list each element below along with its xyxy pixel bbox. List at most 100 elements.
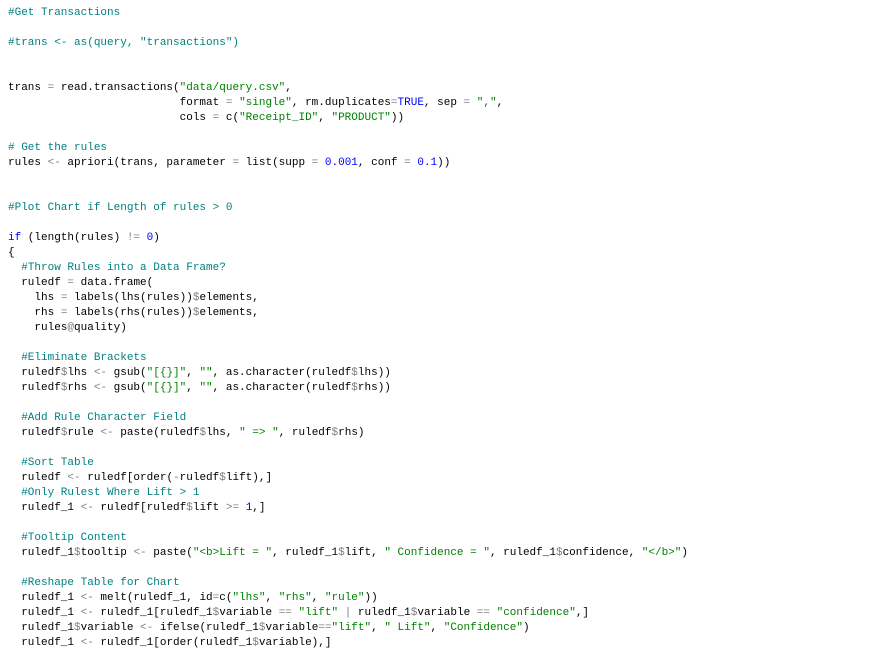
code-line: ruledf$rule <- paste(ruledf$lhs, " => ",…	[8, 427, 365, 439]
code-token-plain: rule	[67, 427, 100, 439]
code-line: #Reshape Table for Chart	[8, 577, 180, 589]
code-token-plain: )	[153, 232, 160, 244]
code-block[interactable]: #Get Transactions #trans <- as(query, "t…	[0, 0, 876, 657]
code-token-comment: #Only Rulest Where Lift > 1	[21, 487, 199, 499]
code-token-plain: rhs	[67, 382, 93, 394]
code-line: #Plot Chart if Length of rules > 0	[8, 202, 232, 214]
code-token-op: $	[219, 472, 226, 484]
code-token-comment: #Plot Chart if Length of rules > 0	[8, 202, 232, 214]
code-token-plain: ruledf_1	[351, 607, 410, 619]
code-token-plain: paste(ruledf	[114, 427, 200, 439]
code-token-plain: ruledf_1[ruledf_1	[94, 607, 213, 619]
code-token-plain: trans	[8, 82, 48, 94]
code-token-plain: ,	[497, 97, 504, 109]
code-token-plain: ruledf_1	[8, 502, 81, 514]
code-token-plain: ruledf	[8, 472, 67, 484]
code-token-plain: , as.character(ruledf	[213, 382, 352, 394]
code-token-plain: c(	[219, 592, 232, 604]
code-token-comment: #Eliminate Brackets	[21, 352, 146, 364]
code-token-string: "</b>"	[642, 547, 682, 559]
code-token-plain: , conf	[358, 157, 404, 169]
code-token-plain: rules	[8, 322, 67, 334]
code-token-op: ==	[318, 622, 331, 634]
code-token-plain: read.transactions(	[54, 82, 179, 94]
code-line: # Get the rules	[8, 142, 107, 154]
code-line: #Sort Table	[8, 457, 94, 469]
code-token-plain: ,	[285, 82, 292, 94]
code-token-plain: cols	[8, 112, 213, 124]
code-token-plain: melt(ruledf_1, id	[94, 592, 213, 604]
code-token-plain: ruledf	[180, 472, 220, 484]
code-line: #Throw Rules into a Data Frame?	[8, 262, 226, 274]
code-token-plain	[8, 487, 21, 499]
code-line: ruledf_1$tooltip <- paste("<b>Lift = ", …	[8, 547, 688, 559]
code-line: ruledf$lhs <- gsub("[{}]", "", as.charac…	[8, 367, 391, 379]
code-token-plain: format	[8, 97, 226, 109]
code-token-plain	[8, 352, 21, 364]
code-line: rules <- apriori(trans, parameter = list…	[8, 157, 450, 169]
code-token-op: <-	[81, 637, 94, 649]
code-token-plain: )	[681, 547, 688, 559]
code-token-plain: ))	[391, 112, 404, 124]
code-token-plain: ,	[318, 112, 331, 124]
code-token-string: "rhs"	[279, 592, 312, 604]
code-line: ruledf_1 <- melt(ruledf_1, id=c("lhs", "…	[8, 592, 378, 604]
code-line: #trans <- as(query, "transactions")	[8, 37, 239, 49]
code-token-comment: #Tooltip Content	[21, 532, 127, 544]
code-token-plain: ruledf	[8, 367, 61, 379]
code-token-plain: ifelse(ruledf_1	[153, 622, 259, 634]
code-token-op: ==	[477, 607, 490, 619]
code-line: ruledf_1 <- ruledf[ruledf$lift >= 1,]	[8, 502, 266, 514]
code-token-op: <-	[100, 427, 113, 439]
code-token-plain: ruledf_1	[8, 592, 81, 604]
code-token-string: " Lift"	[384, 622, 430, 634]
code-token-plain: rules	[8, 157, 48, 169]
code-token-plain	[470, 97, 477, 109]
code-token-string: " Confidence = "	[384, 547, 490, 559]
code-token-plain	[239, 502, 246, 514]
code-token-string: "single"	[239, 97, 292, 109]
code-token-plain: ruledf[ruledf	[94, 502, 186, 514]
code-token-plain: lift),]	[226, 472, 272, 484]
code-line: #Tooltip Content	[8, 532, 127, 544]
code-token-op: $	[74, 622, 81, 634]
code-token-plain: list(supp	[239, 157, 312, 169]
code-token-plain: variable	[219, 607, 278, 619]
code-line: ruledf <- ruledf[order(-ruledf$lift),]	[8, 472, 272, 484]
code-token-op: <-	[81, 502, 94, 514]
code-token-plain: data.frame(	[74, 277, 153, 289]
code-token-plain: c(	[219, 112, 239, 124]
code-token-plain: ruledf_1	[8, 547, 74, 559]
code-token-plain: ))	[365, 592, 378, 604]
code-token-plain: variable	[417, 607, 476, 619]
code-token-plain: , ruledf_1	[490, 547, 556, 559]
code-token-string: "data/query.csv"	[180, 82, 286, 94]
code-token-comment: #Sort Table	[21, 457, 94, 469]
code-token-string: "PRODUCT"	[331, 112, 390, 124]
code-token-plain: rhs)	[338, 427, 364, 439]
code-token-plain: )	[523, 622, 530, 634]
code-token-plain: ruledf_1	[8, 622, 74, 634]
code-token-plain	[8, 457, 21, 469]
code-token-plain: ))	[437, 157, 450, 169]
code-token-string: ""	[199, 367, 212, 379]
code-token-plain: , ruledf_1	[272, 547, 338, 559]
code-line: #Eliminate Brackets	[8, 352, 147, 364]
code-token-plain: elements,	[199, 292, 258, 304]
code-token-plain	[8, 532, 21, 544]
code-token-plain: ruledf	[8, 427, 61, 439]
code-token-plain: lhs	[67, 367, 93, 379]
code-token-plain	[490, 607, 497, 619]
code-token-plain: ,	[265, 592, 278, 604]
code-token-plain: paste(	[147, 547, 193, 559]
code-line: trans = read.transactions("data/query.cs…	[8, 82, 292, 94]
code-line: {	[8, 247, 15, 259]
code-token-op: -	[173, 472, 180, 484]
code-token-string: " => "	[239, 427, 279, 439]
code-token-op: $	[252, 637, 259, 649]
code-token-op: $	[556, 547, 563, 559]
code-token-string: ","	[477, 97, 497, 109]
code-token-plain: quality)	[74, 322, 127, 334]
code-token-plain: ,	[186, 382, 199, 394]
code-token-op: $	[351, 382, 358, 394]
